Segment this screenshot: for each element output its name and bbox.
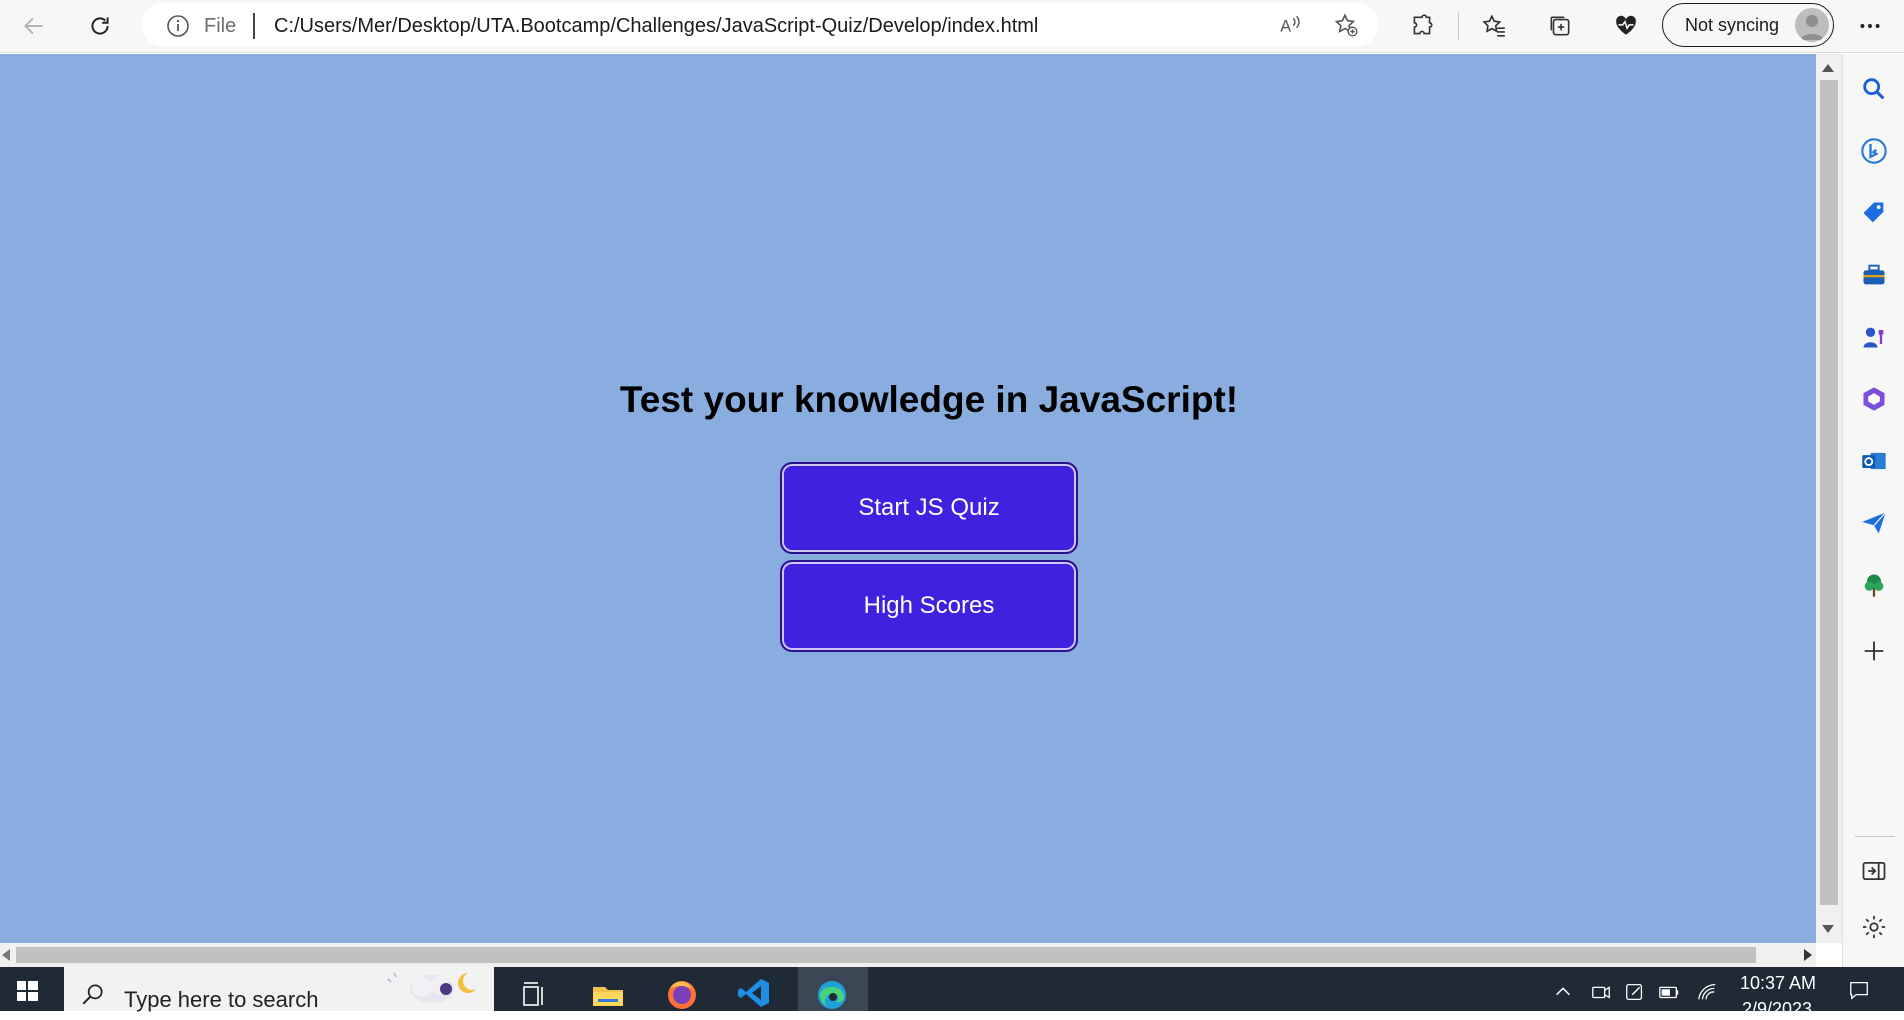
toolbar-divider	[1458, 12, 1459, 40]
search-icon[interactable]	[1859, 74, 1889, 104]
firefox-icon[interactable]	[664, 975, 700, 1011]
search-highlight-icon	[387, 972, 476, 1003]
shopping-icon[interactable]	[1859, 198, 1889, 228]
file-explorer-icon[interactable]	[590, 975, 626, 1011]
scroll-down-arrow[interactable]	[1822, 925, 1834, 933]
wifi-icon[interactable]	[1696, 981, 1718, 1003]
collections-icon[interactable]	[1542, 9, 1578, 43]
svg-text:A: A	[1280, 18, 1291, 36]
battery-icon[interactable]	[1658, 981, 1680, 1003]
taskbar-date[interactable]: 2/9/2023	[1742, 999, 1812, 1020]
favorites-icon[interactable]	[1476, 9, 1512, 43]
high-scores-button[interactable]: High Scores	[780, 560, 1078, 652]
extensions-icon[interactable]	[1404, 9, 1440, 43]
sync-button[interactable]: Not syncing	[1662, 3, 1834, 47]
tray-chevron-icon[interactable]	[1552, 981, 1574, 1003]
taskbar-search-icon	[82, 984, 103, 1005]
settings-more-icon[interactable]	[1852, 9, 1888, 43]
start-quiz-button[interactable]: Start JS Quiz	[780, 462, 1078, 554]
edge-browser-icon[interactable]	[814, 975, 850, 1011]
vscode-icon[interactable]	[736, 975, 772, 1011]
back-icon[interactable]	[16, 9, 52, 43]
taskbar-search-placeholder: Type here to search	[124, 987, 319, 1012]
page-title: Test your knowledge in JavaScript!	[619, 379, 1239, 420]
bing-icon[interactable]	[1859, 136, 1889, 166]
taskbar-time[interactable]: 10:37 AM	[1740, 973, 1816, 994]
tools-icon[interactable]	[1859, 260, 1889, 290]
sync-label: Not syncing	[1685, 15, 1780, 35]
scroll-right-arrow[interactable]	[1804, 949, 1812, 961]
profile-avatar	[1795, 8, 1829, 42]
vertical-scrollbar[interactable]	[1816, 54, 1842, 943]
address-prefix: File	[204, 15, 237, 37]
sidebar-divider	[1855, 836, 1895, 837]
task-view-icon[interactable]	[516, 975, 552, 1011]
sidebar-settings-icon[interactable]	[1859, 912, 1889, 942]
taskbar-search[interactable]: Type here to search	[64, 967, 494, 1012]
split-screen-icon[interactable]	[1859, 856, 1889, 886]
browser-toolbar: File C:/Users/Mer/Desktop/UTA.Bootcamp/C…	[0, 0, 1904, 53]
drop-icon[interactable]	[1859, 508, 1889, 538]
windows-start-button[interactable]	[0, 967, 56, 1011]
games-icon[interactable]	[1859, 322, 1889, 352]
read-aloud-icon[interactable]: A	[1272, 8, 1308, 42]
windows-taskbar: Type here to search 10:37 AM 2/9/2023	[0, 967, 1904, 1019]
address-bar[interactable]: File C:/Users/Mer/Desktop/UTA.Bootcamp/C…	[142, 3, 1378, 47]
vertical-scroll-thumb[interactable]	[1820, 80, 1838, 905]
pen-icon[interactable]	[1624, 981, 1646, 1003]
horizontal-scroll-thumb[interactable]	[16, 947, 1756, 963]
scroll-left-arrow[interactable]	[2, 949, 10, 961]
edge-sidebar	[1842, 54, 1904, 967]
camera-icon[interactable]	[1590, 981, 1612, 1003]
office-icon[interactable]	[1859, 384, 1889, 414]
scroll-up-arrow[interactable]	[1822, 64, 1834, 72]
tree-icon[interactable]	[1859, 570, 1889, 600]
refresh-icon[interactable]	[82, 9, 118, 43]
outlook-icon[interactable]	[1859, 446, 1889, 476]
page-viewport: Test your knowledge in JavaScript! Start…	[0, 54, 1816, 943]
info-icon[interactable]	[166, 14, 190, 38]
notifications-icon[interactable]	[1848, 979, 1870, 1001]
address-separator	[253, 13, 255, 39]
browser-essentials-icon[interactable]	[1608, 9, 1644, 43]
add-icon[interactable]	[1859, 636, 1889, 666]
add-favorite-icon[interactable]	[1328, 8, 1364, 42]
horizontal-scrollbar[interactable]	[0, 943, 1816, 967]
address-url[interactable]: C:/Users/Mer/Desktop/UTA.Bootcamp/Challe…	[274, 15, 1038, 38]
